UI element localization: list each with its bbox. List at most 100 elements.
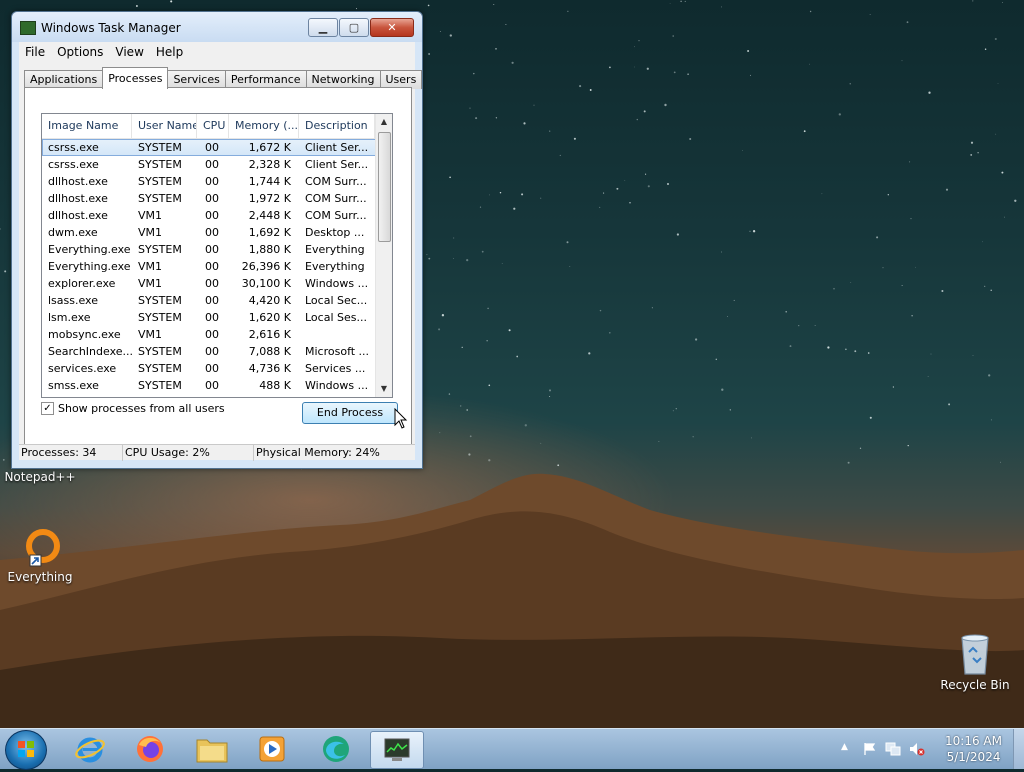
close-button[interactable]: ✕ (370, 18, 414, 37)
cell-user-name: VM1 (138, 226, 163, 239)
cell-user-name: SYSTEM (138, 311, 182, 324)
scroll-down-arrow-icon[interactable]: ▼ (376, 381, 392, 397)
end-process-button[interactable]: End Process (302, 402, 398, 424)
process-list[interactable]: Image Name User Name CPU Memory (... Des… (41, 113, 393, 398)
tab-strip: Applications Processes Services Performa… (24, 67, 423, 89)
desktop-icon-everything[interactable]: Everything (0, 528, 80, 584)
table-row[interactable]: lsass.exe SYSTEM 00 4,420 K Local Sec... (42, 292, 376, 309)
show-all-users-checkbox[interactable]: ✓ (41, 402, 54, 415)
tab-processes[interactable]: Processes (102, 67, 169, 89)
table-row[interactable]: Everything.exe VM1 00 26,396 K Everything (42, 258, 376, 275)
cell-description: Client Ser... (305, 158, 369, 171)
menu-view[interactable]: View (109, 45, 149, 59)
window-controls: ▁ ▢ ✕ (307, 18, 414, 37)
desktop-icon-notepadpp[interactable]: Notepad++ (0, 468, 80, 484)
minimize-button[interactable]: ▁ (308, 18, 338, 37)
cell-cpu: 00 (205, 311, 219, 324)
list-header: Image Name User Name CPU Memory (... Des… (42, 114, 392, 139)
table-row[interactable]: dllhost.exe VM1 00 2,448 K COM Surr... (42, 207, 376, 224)
desktop-icon-recycle-bin[interactable]: Recycle Bin (935, 632, 1015, 692)
cell-image-name: dllhost.exe (48, 192, 108, 205)
cell-cpu: 00 (205, 226, 219, 239)
cell-image-name: Everything.exe (48, 260, 131, 273)
cell-cpu: 00 (205, 209, 219, 222)
menu-help[interactable]: Help (150, 45, 189, 59)
everything-icon (26, 529, 60, 567)
column-header-description[interactable]: Description (299, 114, 375, 138)
desktop-icon-label: Recycle Bin (940, 678, 1010, 692)
cell-memory: 2,448 K (248, 209, 291, 222)
table-row[interactable]: smss.exe SYSTEM 00 488 K Windows ... (42, 377, 376, 394)
cell-memory: 4,420 K (248, 294, 291, 307)
column-header-user-name[interactable]: User Name (132, 114, 197, 138)
maximize-button[interactable]: ▢ (339, 18, 369, 37)
mouse-cursor-icon (394, 408, 408, 429)
show-desktop-button[interactable] (1013, 729, 1024, 769)
menu-file[interactable]: File (19, 45, 51, 59)
scroll-up-arrow-icon[interactable]: ▲ (376, 114, 392, 130)
table-row[interactable]: dllhost.exe SYSTEM 00 1,972 K COM Surr... (42, 190, 376, 207)
cell-memory: 1,880 K (248, 243, 291, 256)
action-center-flag-icon[interactable] (863, 742, 877, 756)
menu-options[interactable]: Options (51, 45, 109, 59)
clock-date: 5/1/2024 (946, 750, 1001, 764)
volume-muted-icon[interactable] (909, 742, 925, 756)
taskbar-media-player[interactable] (246, 731, 298, 767)
cell-image-name: services.exe (48, 362, 117, 375)
table-row[interactable]: lsm.exe SYSTEM 00 1,620 K Local Ses... (42, 309, 376, 326)
status-cpu-usage: CPU Usage: 2% (123, 445, 254, 461)
column-header-memory[interactable]: Memory (... (229, 114, 299, 138)
cell-image-name: explorer.exe (48, 277, 116, 290)
system-clock[interactable]: 10:16 AM 5/1/2024 (945, 733, 1002, 765)
cell-cpu: 00 (205, 294, 219, 307)
table-row[interactable]: csrss.exe SYSTEM 00 1,672 K Client Ser... (42, 139, 376, 156)
taskbar-task-manager[interactable] (370, 731, 424, 769)
client-area: Applications Processes Services Performa… (19, 62, 423, 461)
table-row[interactable]: csrss.exe SYSTEM 00 2,328 K Client Ser... (42, 156, 376, 173)
clock-time: 10:16 AM (945, 734, 1002, 748)
windows-logo-icon (18, 741, 34, 757)
show-all-users-option[interactable]: ✓ Show processes from all users (41, 402, 225, 415)
cell-image-name: dllhost.exe (48, 209, 108, 222)
taskbar-edge[interactable] (310, 731, 362, 767)
internet-explorer-icon (75, 737, 105, 763)
cell-user-name: SYSTEM (138, 345, 182, 358)
cell-cpu: 00 (205, 277, 219, 290)
show-hidden-icons-icon[interactable]: ▲ (841, 742, 848, 752)
vertical-scrollbar[interactable]: ▲ ▼ (375, 114, 392, 397)
table-row[interactable]: explorer.exe VM1 00 30,100 K Windows ... (42, 275, 376, 292)
taskbar-internet-explorer[interactable] (64, 731, 116, 767)
title-bar[interactable]: Windows Task Manager ▁ ▢ ✕ (12, 12, 422, 42)
table-row[interactable]: dwm.exe VM1 00 1,692 K Desktop ... (42, 224, 376, 241)
cell-cpu: 00 (205, 260, 219, 273)
cell-user-name: VM1 (138, 209, 163, 222)
cell-cpu: 00 (205, 362, 219, 375)
start-button[interactable] (5, 730, 47, 770)
desert-mountain-landscape (0, 473, 1024, 730)
table-row[interactable]: Everything.exe SYSTEM 00 1,880 K Everything (42, 241, 376, 258)
cell-user-name: SYSTEM (138, 243, 182, 256)
table-row[interactable]: mobsync.exe VM1 00 2,616 K (42, 326, 376, 343)
cell-description: COM Surr... (305, 192, 367, 205)
cell-image-name: lsass.exe (48, 294, 98, 307)
status-processes: Processes: 34 (19, 445, 123, 461)
cell-memory: 1,744 K (248, 175, 291, 188)
cell-memory: 1,672 K (248, 141, 291, 154)
network-icon[interactable] (885, 742, 901, 756)
process-rows: csrss.exe SYSTEM 00 1,672 K Client Ser... csr… (42, 139, 376, 394)
cell-user-name: SYSTEM (138, 141, 182, 154)
cell-description: Windows ... (305, 277, 369, 290)
column-header-image-name[interactable]: Image Name (42, 114, 132, 138)
column-header-cpu[interactable]: CPU (197, 114, 229, 138)
cell-user-name: SYSTEM (138, 192, 182, 205)
taskbar-firefox[interactable] (124, 731, 176, 767)
cell-cpu: 00 (205, 158, 219, 171)
table-row[interactable]: SearchIndexe... SYSTEM 00 7,088 K Microsoft … (42, 343, 376, 360)
cell-user-name: SYSTEM (138, 379, 182, 392)
taskbar-windows-explorer[interactable] (186, 731, 238, 767)
scroll-thumb[interactable] (378, 132, 391, 242)
table-row[interactable]: services.exe SYSTEM 00 4,736 K Services ... (42, 360, 376, 377)
cell-image-name: lsm.exe (48, 311, 91, 324)
table-row[interactable]: dllhost.exe SYSTEM 00 1,744 K COM Surr... (42, 173, 376, 190)
cell-memory: 2,616 K (248, 328, 291, 341)
